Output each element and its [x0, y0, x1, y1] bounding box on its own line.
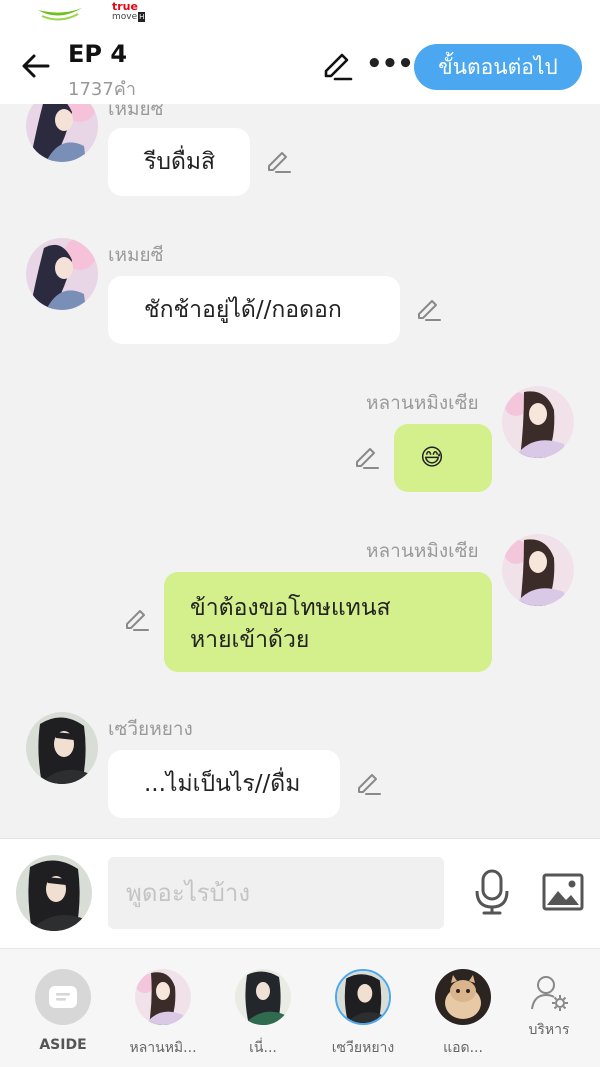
character-tab-selected[interactable]: เซวียหยาง — [320, 969, 406, 1059]
back-arrow-icon[interactable] — [18, 48, 54, 84]
manage-user-gear-icon — [531, 976, 568, 1011]
avatar-lanmingxia[interactable] — [502, 534, 574, 606]
avatar-meixi[interactable] — [26, 104, 98, 162]
carrier-logo-icon — [38, 8, 82, 21]
sender-name: หลานหมิงเซีย — [366, 540, 479, 562]
carrier-name: true move H — [112, 1, 146, 22]
message-bubble[interactable]: ชักช้าอยู่ได้//กอดอก — [108, 276, 400, 344]
character-avatar — [335, 969, 391, 1025]
message-right: หลานหมิงเซีย 😅 — [0, 382, 600, 502]
avatar-meixi-image — [26, 104, 98, 162]
episode-title: EP 4 — [68, 40, 128, 68]
avatar-xueyang-image — [16, 855, 92, 931]
next-step-button[interactable]: ขั้นตอนต่อไป — [414, 44, 582, 90]
message-text-line2: หายเข้าด้วย — [190, 627, 310, 653]
edit-message-icon[interactable] — [264, 148, 292, 176]
message-input[interactable]: พูดอะไรบ้าง — [108, 857, 444, 929]
message-bubble[interactable]: ข้าต้องขอโทษแทนส หายเข้าด้วย — [164, 572, 492, 672]
edit-message-icon[interactable] — [354, 770, 382, 798]
character-tab[interactable]: แอด... — [420, 969, 506, 1059]
character-tab[interactable]: หลานหมิ... — [120, 969, 206, 1059]
character-avatar — [135, 969, 191, 1025]
avatar-lanmingxia-image — [502, 534, 574, 606]
character-label: แอด... — [443, 1040, 483, 1056]
more-options-icon[interactable]: ••• — [366, 51, 414, 77]
screen: true moveH EP 4 1737คำ ••• ขั้นตอนต่อไป — [0, 0, 600, 1067]
avatar-lanmingxia[interactable] — [502, 386, 574, 458]
carrier-sub-text: move — [112, 12, 138, 22]
chat-area[interactable]: เหมยซี รีบดื่มสิ เหมยซี ชักช้าอยู่ได้//ก… — [0, 104, 600, 838]
character-avatar — [435, 969, 491, 1025]
message-left: เซวียหยาง ...ไม่เป็นไร//ดื่ม — [0, 708, 600, 828]
character-label: เซวียหยาง — [331, 1040, 395, 1056]
sender-name: เหมยซี — [108, 244, 164, 266]
microphone-icon[interactable] — [474, 869, 510, 915]
character-avatar — [235, 969, 291, 1025]
aside-button[interactable]: ASIDE — [20, 969, 106, 1053]
manage-label: บริหาร — [528, 1022, 570, 1038]
edit-message-icon[interactable] — [122, 606, 150, 634]
message-text: รีบดื่มสิ — [144, 149, 216, 175]
message-input-bar: พูดอะไรบ้าง — [0, 838, 600, 948]
avatar-meixi[interactable] — [26, 238, 98, 310]
message-bubble[interactable]: 😅 — [394, 424, 492, 492]
character-label: หลานหมิ... — [129, 1040, 197, 1056]
carrier-sub: move H — [112, 12, 146, 22]
edit-pencil-icon[interactable] — [320, 50, 354, 84]
character-label: เนี่... — [249, 1040, 277, 1056]
manage-button[interactable]: บริหาร — [506, 973, 592, 1041]
message-text: ชักช้าอยู่ได้//กอดอก — [144, 297, 342, 323]
avatar-xueyang-image — [26, 712, 98, 784]
word-count: 1737คำ — [68, 79, 136, 100]
sender-name: หลานหมิงเซีย — [366, 392, 479, 414]
message-text: ข้าต้องขอโทษแทนส — [190, 595, 391, 621]
message-right: หลานหมิงเซีย ข้าต้องขอโทษแทนส หายเข้าด้ว… — [0, 530, 600, 680]
message-text: 😅 — [420, 445, 444, 471]
edit-message-icon[interactable] — [414, 296, 442, 324]
message-left: เหมยซี ชักช้าอยู่ได้//กอดอก — [0, 234, 600, 354]
edit-message-icon[interactable] — [352, 444, 380, 472]
character-switcher: ASIDE หลานหมิ... เนี่... เซวียหยาง แอด..… — [0, 948, 600, 1067]
message-text: ...ไม่เป็นไร//ดื่ม — [144, 771, 301, 797]
status-bar: true move H — [0, 0, 600, 32]
avatar-meixi-image — [26, 238, 98, 310]
aside-label: ASIDE — [39, 1037, 87, 1053]
current-character-avatar[interactable] — [16, 855, 92, 931]
sender-name: เหมยซี — [108, 104, 164, 120]
header: EP 4 1737คำ ••• ขั้นตอนต่อไป — [0, 32, 600, 104]
message-bubble[interactable]: รีบดื่มสิ — [108, 128, 250, 196]
avatar-lanmingxia-image — [502, 386, 574, 458]
aside-chat-icon — [35, 969, 91, 1025]
message-left: เหมยซี รีบดื่มสิ — [0, 104, 600, 204]
image-icon[interactable] — [542, 873, 584, 911]
avatar-xueyang[interactable] — [26, 712, 98, 784]
sender-name: เซวียหยาง — [108, 718, 193, 740]
carrier-h-badge: H — [138, 12, 146, 22]
message-bubble[interactable]: ...ไม่เป็นไร//ดื่ม — [108, 750, 340, 818]
character-tab[interactable]: เนี่... — [220, 969, 306, 1059]
